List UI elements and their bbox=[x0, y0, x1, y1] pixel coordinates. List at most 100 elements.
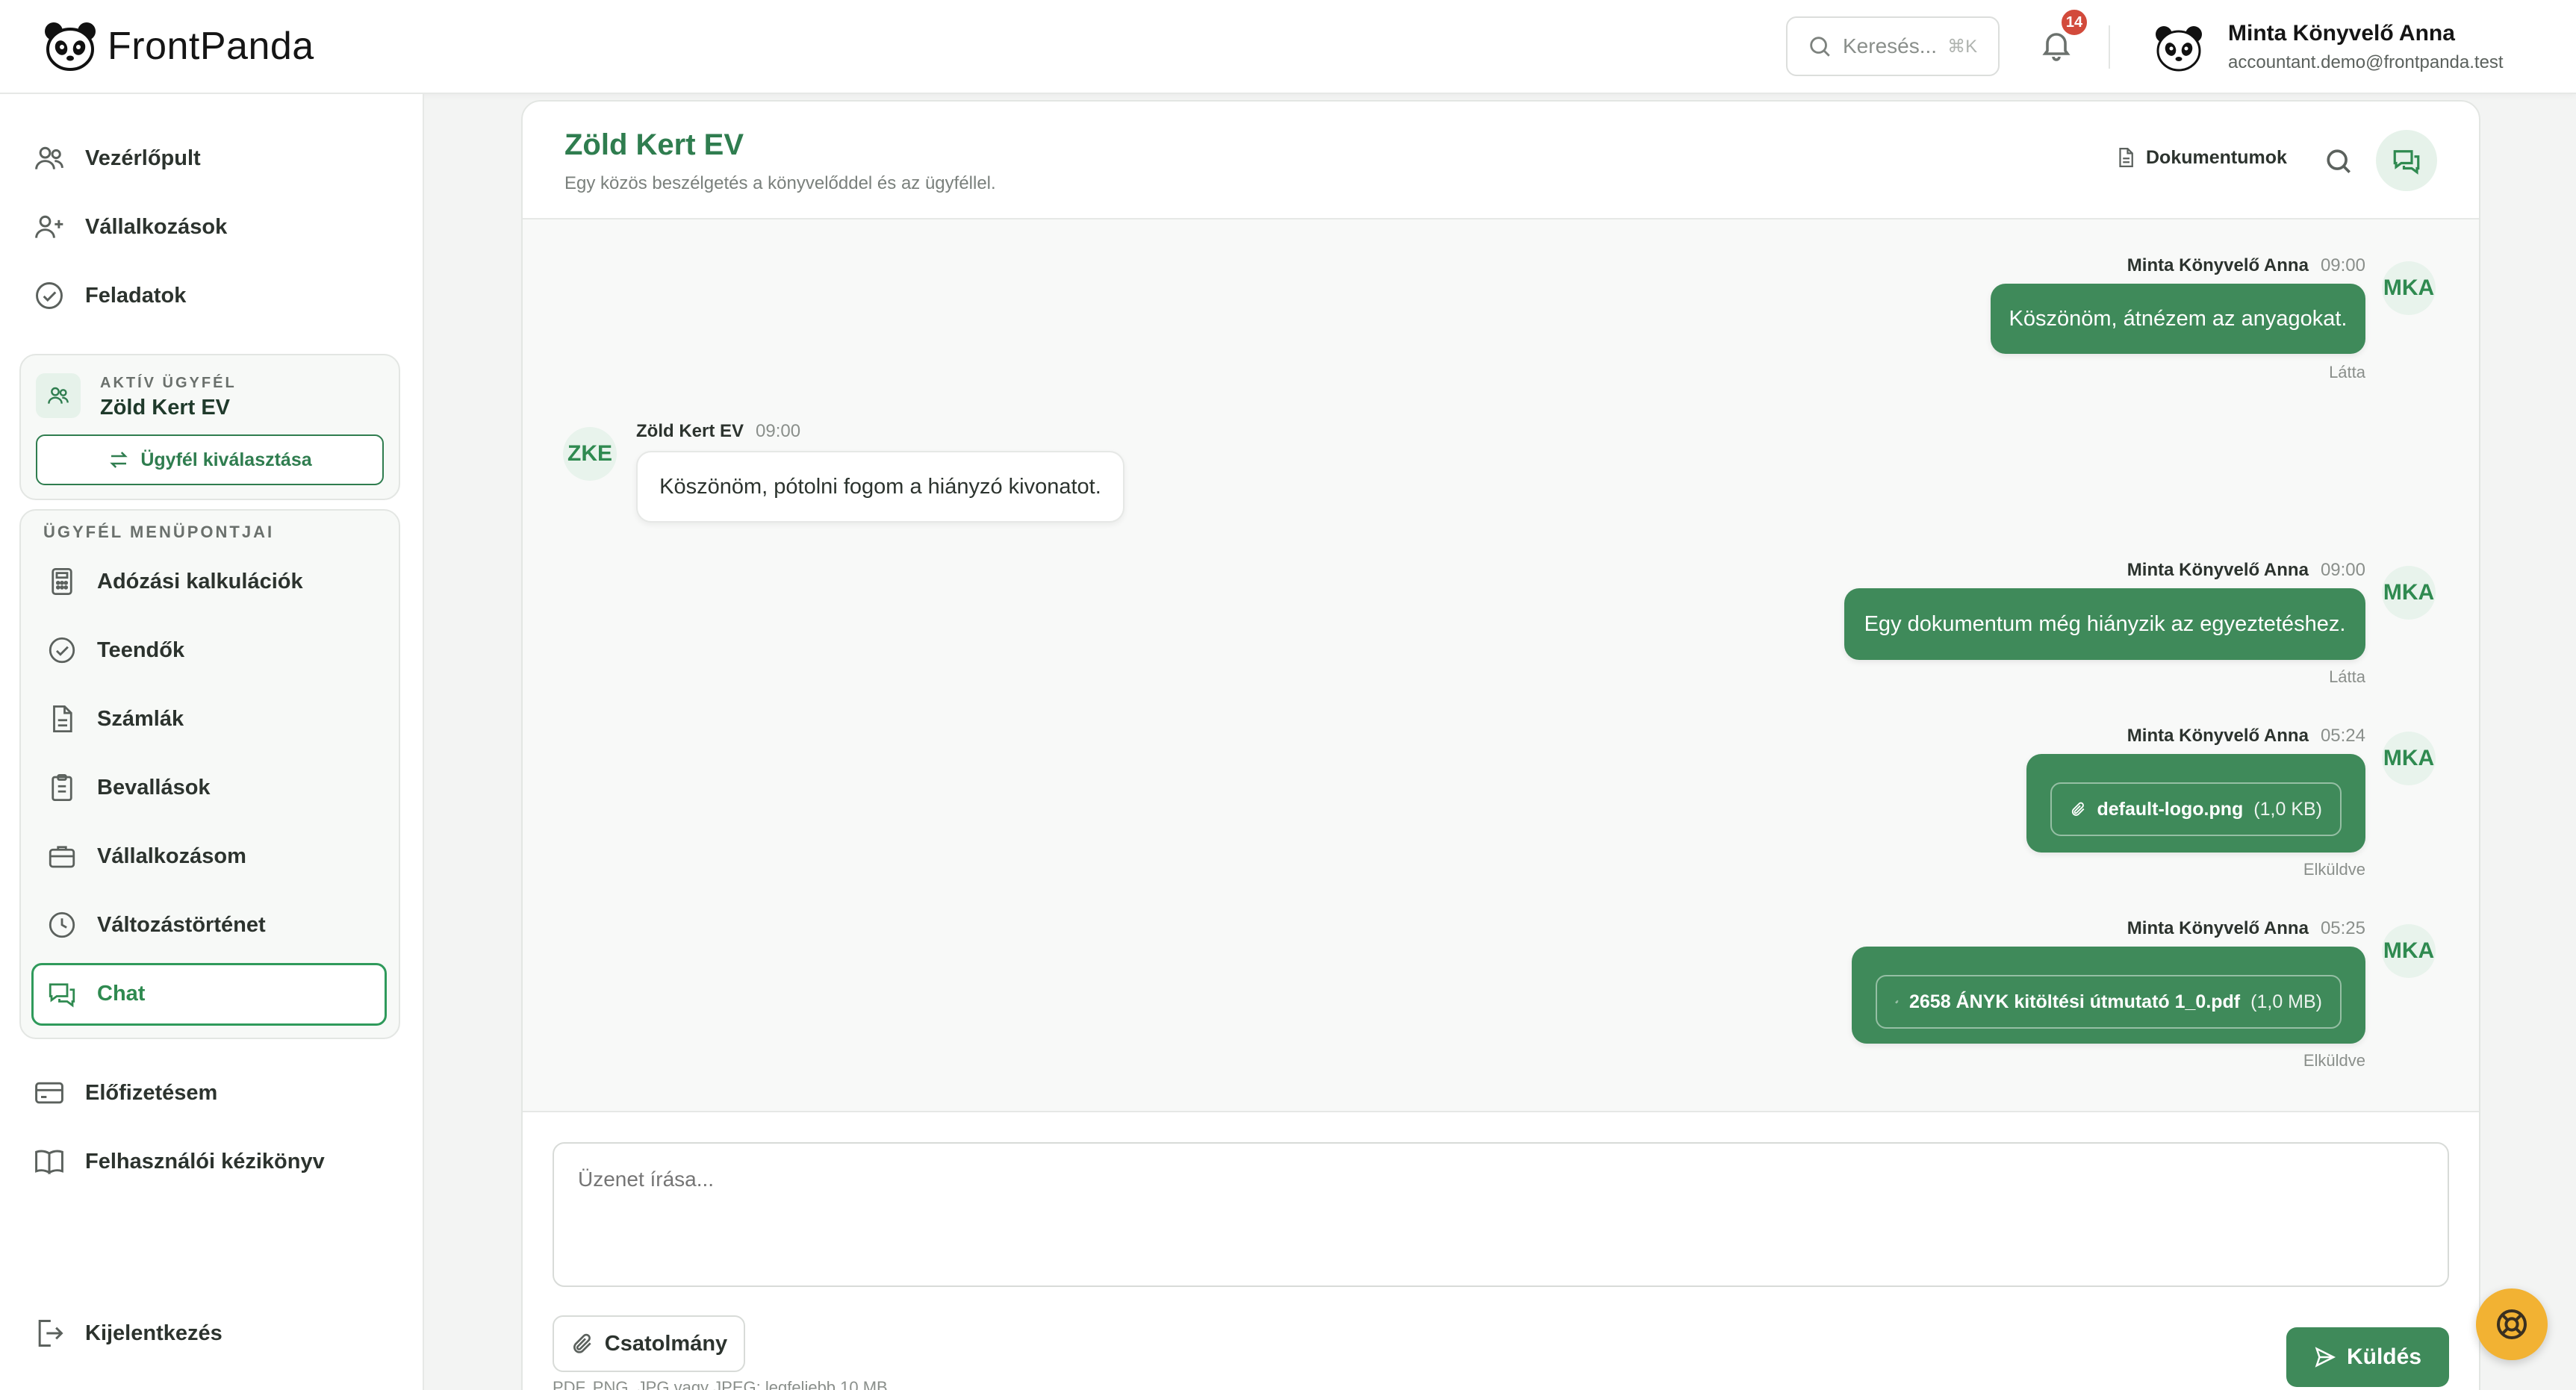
attachment-size: (1,0 KB) bbox=[2253, 798, 2322, 820]
sidebar-item-label: Felhasználói kézikönyv bbox=[85, 1149, 325, 1174]
logout-icon bbox=[38, 1320, 63, 1347]
avatar: MKA bbox=[2382, 924, 2436, 978]
message-meta: Minta Könyvelő Anna 05:25 bbox=[2127, 918, 2365, 938]
send-icon bbox=[2315, 1347, 2336, 1368]
menu-item-my-business[interactable]: Vállalkozásom bbox=[46, 841, 246, 872]
credit-card-icon bbox=[35, 1082, 63, 1104]
user-avatar[interactable] bbox=[2153, 22, 2204, 73]
attach-label: Csatolmány bbox=[604, 1331, 728, 1356]
sidebar-item-label: Feladatok bbox=[85, 283, 187, 308]
global-search[interactable]: Keresés... ⌘K bbox=[1786, 16, 2000, 76]
menu-item-todos[interactable]: Teendők bbox=[46, 635, 184, 666]
top-bar: FrontPanda Keresés... ⌘K 14 Minta Könyve… bbox=[0, 0, 2576, 94]
calculator-icon bbox=[52, 567, 72, 596]
message-meta: Minta Könyvelő Anna 09:00 bbox=[2127, 560, 2365, 580]
menu-item-label: Chat bbox=[97, 981, 146, 1006]
message-bubble: Köszönöm, átnézem az anyagokat. bbox=[1991, 284, 2365, 354]
search-placeholder: Keresés... bbox=[1843, 34, 1938, 57]
menu-item-chat[interactable]: Chat bbox=[46, 978, 145, 1009]
sidebar-item-dashboard[interactable]: Vezérlőpult bbox=[33, 142, 201, 175]
paperclip-icon bbox=[573, 1333, 591, 1353]
sidebar-item-label: Vezérlőpult bbox=[85, 146, 201, 170]
check-circle-icon bbox=[36, 282, 63, 309]
users-icon bbox=[48, 387, 69, 404]
send-label: Küldés bbox=[2346, 1344, 2422, 1369]
logout-button[interactable]: Kijelentkezés bbox=[33, 1317, 223, 1350]
briefcase-icon bbox=[49, 846, 75, 868]
client-icon-box bbox=[36, 373, 81, 418]
chat-toggle-button[interactable] bbox=[2376, 130, 2437, 191]
brand[interactable]: FrontPanda bbox=[43, 21, 314, 72]
menu-item-label: Bevallások bbox=[97, 775, 211, 800]
active-client-card: AKTÍV ÜGYFÉL Zöld Kert EV Ügyfél kiválas… bbox=[19, 354, 400, 500]
message-status: Elküldve bbox=[2303, 1051, 2365, 1070]
document-icon bbox=[2119, 148, 2133, 167]
help-button[interactable] bbox=[2476, 1288, 2548, 1360]
search-shortcut: ⌘K bbox=[1947, 36, 1978, 57]
message-input[interactable] bbox=[553, 1142, 2449, 1287]
avatar: MKA bbox=[2382, 732, 2436, 785]
search-icon bbox=[1810, 37, 1830, 57]
message-meta: Zöld Kert EV 09:00 bbox=[636, 421, 801, 441]
sidebar-item-label: Előfizetésem bbox=[85, 1080, 218, 1105]
document-icon bbox=[53, 705, 72, 733]
avatar: MKA bbox=[2382, 261, 2436, 315]
logout-label: Kijelentkezés bbox=[85, 1321, 223, 1345]
menu-item-tax-calculations[interactable]: Adózási kalkulációk bbox=[46, 566, 303, 597]
sidebar-item-subscription[interactable]: Előfizetésem bbox=[33, 1076, 217, 1109]
attachment-name: default-logo.png bbox=[2097, 798, 2244, 820]
message-bubble: Egy dokumentum még hiányzik az egyezteté… bbox=[1844, 588, 2365, 660]
message-status: Elküldve bbox=[2303, 860, 2365, 879]
menu-item-label: Számlák bbox=[97, 706, 184, 731]
select-client-label: Ügyfél kiválasztása bbox=[140, 449, 312, 470]
user-plus-icon bbox=[35, 215, 63, 238]
menu-item-label: Változástörténet bbox=[97, 912, 266, 937]
sidebar-item-tasks[interactable]: Feladatok bbox=[33, 279, 186, 312]
user-email: accountant.demo@frontpanda.test bbox=[2228, 52, 2504, 72]
attach-hint: PDF, PNG, JPG vagy JPEG; legfeljebb 10 M… bbox=[553, 1378, 888, 1390]
attachment-chip[interactable]: default-logo.png (1,0 KB) bbox=[2050, 782, 2342, 836]
paperclip-icon bbox=[1895, 1000, 1899, 1003]
message-meta: Minta Könyvelő Anna 05:24 bbox=[2127, 726, 2365, 746]
attachment-name: 2658 ÁNYK kitöltési útmutató 1_0.pdf bbox=[1908, 991, 2241, 1012]
chat-title: Zöld Kert EV bbox=[564, 128, 744, 161]
clock-icon bbox=[49, 911, 75, 938]
sidebar-item-businesses[interactable]: Vállalkozások bbox=[33, 211, 227, 243]
paperclip-icon bbox=[2071, 802, 2085, 816]
avatar: ZKE bbox=[563, 427, 617, 481]
notification-badge: 14 bbox=[2059, 7, 2089, 37]
brand-name: FrontPanda bbox=[108, 25, 314, 68]
attachment-size: (1,0 MB) bbox=[2250, 991, 2322, 1012]
chat-search-icon[interactable] bbox=[2322, 145, 2355, 178]
chat-subtitle: Egy közös beszélgetés a könyvelőddel és … bbox=[564, 173, 996, 193]
menu-item-invoices[interactable]: Számlák bbox=[46, 703, 184, 735]
menu-item-label: Adózási kalkulációk bbox=[97, 569, 303, 593]
documents-label: Dokumentumok bbox=[2146, 146, 2287, 168]
message-status: Látta bbox=[2329, 667, 2365, 686]
send-button[interactable]: Küldés bbox=[2286, 1327, 2449, 1387]
menu-item-history[interactable]: Változástörténet bbox=[46, 909, 266, 941]
swap-icon bbox=[110, 452, 128, 468]
chat-icon bbox=[2393, 150, 2420, 175]
active-client-label: AKTÍV ÜGYFÉL bbox=[100, 375, 237, 391]
users-icon bbox=[35, 146, 63, 169]
sidebar-item-label: Vállalkozások bbox=[85, 214, 228, 239]
composer-divider bbox=[523, 1111, 2479, 1112]
client-menu-heading: ÜGYFÉL MENÜPONTJAI bbox=[43, 523, 275, 541]
select-client-button[interactable]: Ügyfél kiválasztása bbox=[36, 434, 384, 485]
message-bubble: Köszönöm, pótolni fogom a hiányzó kivona… bbox=[636, 451, 1124, 523]
book-icon bbox=[35, 1150, 63, 1175]
panda-logo-icon bbox=[45, 22, 96, 71]
message-meta: Minta Könyvelő Anna 09:00 bbox=[2127, 255, 2365, 275]
documents-button[interactable]: Dokumentumok bbox=[2115, 146, 2287, 169]
sidebar-item-user-guide[interactable]: Felhasználói kézikönyv bbox=[33, 1145, 325, 1178]
chat-icon bbox=[49, 983, 75, 1008]
check-circle-icon bbox=[49, 637, 75, 664]
user-name: Minta Könyvelő Anna bbox=[2228, 21, 2455, 46]
menu-item-returns[interactable]: Bevallások bbox=[46, 772, 211, 803]
clipboard-icon bbox=[52, 773, 72, 802]
attachment-chip[interactable]: 2658 ÁNYK kitöltési útmutató 1_0.pdf (1,… bbox=[1876, 975, 2342, 1029]
menu-item-label: Vállalkozásom bbox=[97, 844, 246, 868]
message-status: Látta bbox=[2329, 363, 2365, 381]
attach-button[interactable]: Csatolmány bbox=[553, 1315, 745, 1372]
